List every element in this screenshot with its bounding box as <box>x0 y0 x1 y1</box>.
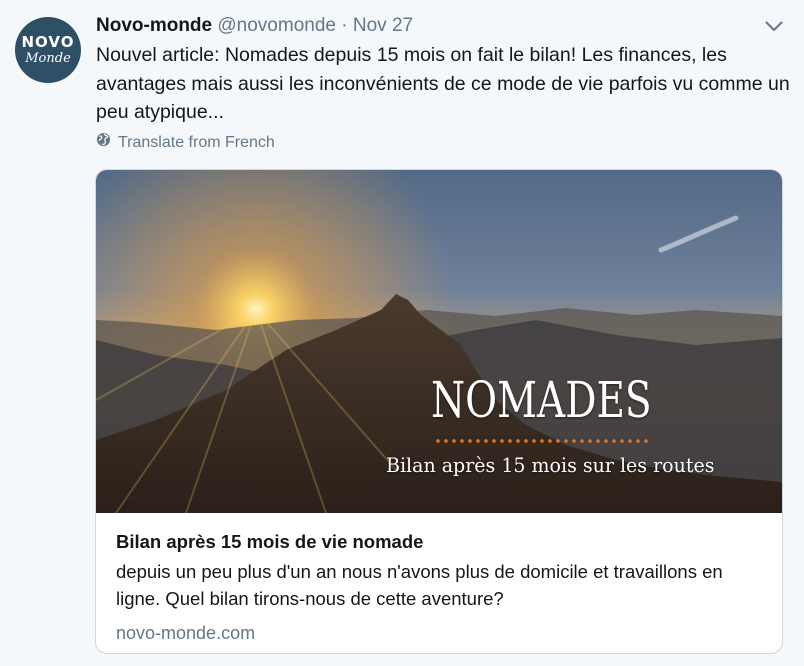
chevron-down-icon[interactable] <box>764 19 784 33</box>
avatar[interactable]: NOVO Monde <box>15 17 81 83</box>
tweet-header: Novo-monde @novomonde · Nov 27 <box>96 14 413 38</box>
tweet-text: Nouvel article: Nomades depuis 15 mois o… <box>96 44 790 123</box>
user-handle[interactable]: @novomonde <box>217 15 336 36</box>
card-image-divider <box>434 438 650 444</box>
card-domain[interactable]: novo-monde.com <box>116 621 766 645</box>
link-card[interactable]: NOMADES Bilan après 15 mois sur les rout… <box>95 169 783 654</box>
translate-label: Translate from French <box>118 133 275 151</box>
card-image-title: NOMADES <box>431 371 652 429</box>
avatar-logo-bottom: Monde <box>25 51 71 66</box>
card-body[interactable]: Bilan après 15 mois de vie nomade depuis… <box>116 530 766 645</box>
globe-icon <box>96 132 111 153</box>
card-image-subtitle: Bilan après 15 mois sur les routes <box>386 453 715 477</box>
separator-dot: · <box>341 15 348 36</box>
translate-link[interactable]: Translate from French <box>96 132 275 153</box>
avatar-logo-top: NOVO <box>21 33 75 51</box>
display-name[interactable]: Novo-monde <box>96 15 212 36</box>
card-description: depuis un peu plus d'un an nous n'avons … <box>116 561 723 609</box>
card-image[interactable]: NOMADES Bilan après 15 mois sur les rout… <box>96 170 782 513</box>
tweet-date[interactable]: Nov 27 <box>353 15 413 36</box>
card-title[interactable]: Bilan après 15 mois de vie nomade <box>116 530 766 554</box>
